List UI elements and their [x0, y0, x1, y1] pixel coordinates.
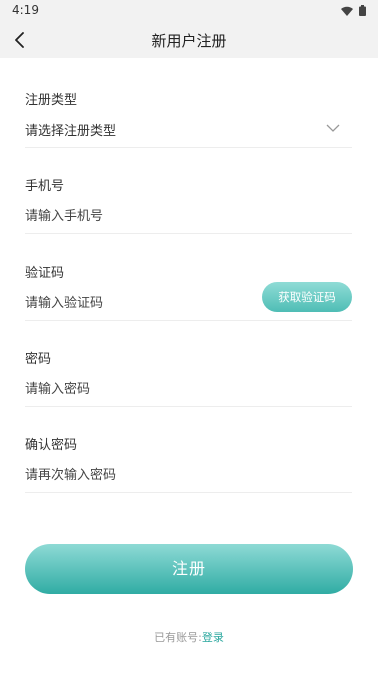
confirm-password-label: 确认密码 [25, 438, 78, 453]
register-button[interactable]: 注册 [25, 544, 353, 594]
status-bar: 4:19 [0, 0, 378, 22]
phone-field: 手机号 [25, 175, 352, 234]
login-prompt: 已有账号:登录 [0, 629, 378, 645]
register-type-label: 注册类型 [25, 93, 78, 108]
password-input[interactable] [25, 378, 245, 400]
page-title: 新用户注册 [151, 32, 227, 50]
register-type-field[interactable]: 注册类型 请选择注册类型 [25, 89, 352, 148]
confirm-password-field: 确认密码 [25, 434, 352, 493]
password-field: 密码 [25, 348, 352, 407]
status-icons [341, 5, 366, 16]
confirm-password-input[interactable] [25, 464, 245, 486]
battery-icon [359, 5, 366, 16]
login-link[interactable]: 登录 [202, 631, 224, 644]
code-label: 验证码 [25, 266, 65, 281]
get-code-button[interactable]: 获取验证码 [262, 282, 352, 312]
register-type-select[interactable]: 请选择注册类型 [25, 120, 116, 139]
password-label: 密码 [25, 352, 52, 367]
code-field: 验证码 获取验证码 [25, 262, 352, 321]
code-input[interactable] [25, 292, 245, 314]
login-prompt-text: 已有账号 [154, 631, 199, 644]
nav-bar: 新用户注册 [0, 22, 378, 58]
wifi-icon [341, 6, 353, 16]
status-time: 4:19 [12, 3, 39, 17]
chevron-down-icon[interactable] [326, 123, 340, 133]
phone-input[interactable] [25, 205, 245, 227]
phone-label: 手机号 [25, 179, 65, 194]
